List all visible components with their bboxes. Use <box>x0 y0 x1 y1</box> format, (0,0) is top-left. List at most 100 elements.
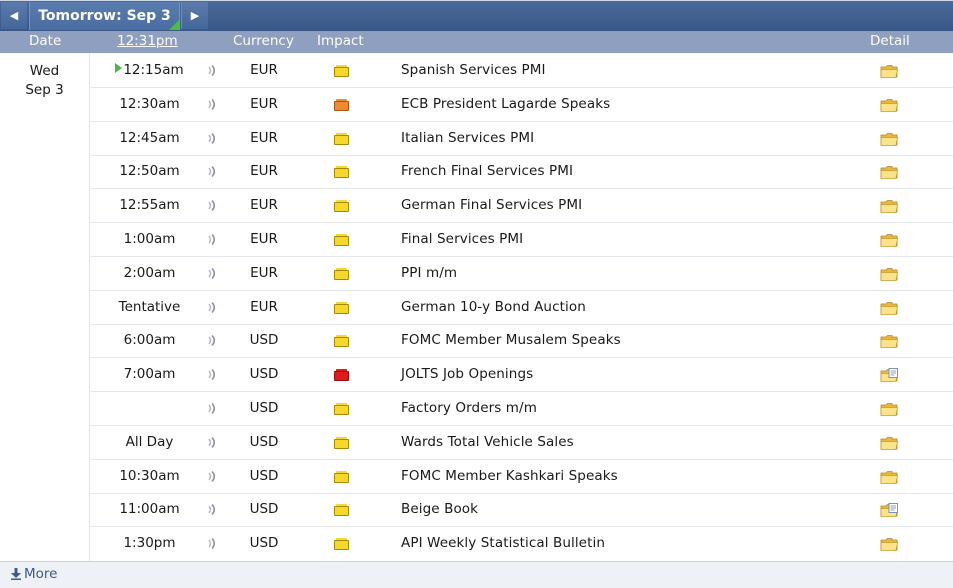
sound-icon[interactable] <box>207 267 219 280</box>
impact-low-icon[interactable] <box>334 538 349 551</box>
event-row[interactable]: Tentative EUR German 10-y Bond Auction <box>91 291 953 325</box>
event-row[interactable]: 6:00am USD FOMC Member Musalem Speaks <box>91 324 953 359</box>
event-row[interactable]: 2:00am EUR PPI m/m <box>91 257 953 291</box>
event-currency: EUR <box>250 298 278 315</box>
impact-low-icon[interactable] <box>334 65 349 77</box>
current-time-link[interactable]: 12:31pm <box>117 33 178 49</box>
impact-low-icon[interactable] <box>334 166 349 179</box>
sound-icon[interactable] <box>207 132 219 145</box>
impact-high-icon[interactable] <box>334 369 349 382</box>
event-title[interactable]: ECB President Lagarde Speaks <box>401 88 610 121</box>
impact-low-icon[interactable] <box>334 234 349 246</box>
impact-folder-body <box>334 134 349 145</box>
event-time-label: Tentative <box>118 298 181 315</box>
impact-low-icon[interactable] <box>334 504 349 517</box>
folder-icon[interactable] <box>880 334 899 349</box>
event-row[interactable]: All Day USD Wards Total Vehicle Sales <box>91 426 953 460</box>
sound-icon[interactable] <box>207 64 219 77</box>
impact-medium-icon[interactable] <box>334 98 349 111</box>
event-time: 12:55am <box>91 189 208 222</box>
tab-tomorrow[interactable]: Tomorrow: Sep 3 <box>29 2 180 30</box>
event-title[interactable]: FOMC Member Musalem Speaks <box>401 324 621 357</box>
impact-low-icon[interactable] <box>334 301 349 314</box>
impact-low-icon[interactable] <box>334 436 349 449</box>
folder-icon[interactable] <box>880 233 899 248</box>
sound-icon[interactable] <box>207 537 219 550</box>
previous-day-button[interactable]: ◀ <box>1 2 27 29</box>
sound-icon[interactable] <box>207 165 219 178</box>
event-row[interactable]: 11:00am USD Beige Book <box>91 493 953 528</box>
impact-folder-body <box>334 236 349 246</box>
event-title[interactable]: API Weekly Statistical Bulletin <box>401 527 605 560</box>
impact-low-icon[interactable] <box>334 132 349 145</box>
event-currency: USD <box>249 332 279 349</box>
event-currency: EUR <box>250 163 278 180</box>
event-currency: USD <box>249 433 279 450</box>
folder-icon[interactable] <box>880 98 899 113</box>
sound-icon[interactable] <box>207 334 219 347</box>
event-row[interactable]: 1:00am EUR Final Services PMI <box>91 223 953 257</box>
event-time: Tentative <box>91 291 208 324</box>
more-link[interactable]: More <box>11 566 57 582</box>
sound-icon[interactable] <box>207 368 219 381</box>
event-title[interactable]: German 10-y Bond Auction <box>401 291 586 324</box>
impact-low-icon[interactable] <box>334 403 349 415</box>
event-currency: USD <box>249 535 279 552</box>
event-title[interactable]: FOMC Member Kashkari Speaks <box>401 460 618 493</box>
folder-icon[interactable] <box>880 64 899 79</box>
event-title[interactable]: JOLTS Job Openings <box>401 358 533 391</box>
sound-icon[interactable] <box>207 470 219 483</box>
folder-document-icon[interactable] <box>880 368 899 383</box>
event-title[interactable]: Factory Orders m/m <box>401 392 537 425</box>
impact-low-icon[interactable] <box>334 200 349 213</box>
event-title[interactable]: Wards Total Vehicle Sales <box>401 426 574 459</box>
calendar-nav-bar: ◀ Tomorrow: Sep 3 ▶ <box>0 0 953 31</box>
event-row[interactable]: 10:30am USD FOMC Member Kashkari Speaks <box>91 460 953 494</box>
event-row[interactable]: 12:15am EUR Spanish Services PMI <box>91 54 953 88</box>
event-title[interactable]: Spanish Services PMI <box>401 54 546 87</box>
event-row[interactable]: USD Factory Orders m/m <box>91 392 953 426</box>
sound-icon[interactable] <box>207 233 219 246</box>
folder-icon[interactable] <box>880 436 899 451</box>
impact-folder-body <box>334 303 349 314</box>
folder-document-icon[interactable] <box>880 503 899 518</box>
event-title[interactable]: Italian Services PMI <box>401 122 534 155</box>
impact-low-icon[interactable] <box>334 470 349 483</box>
sound-icon[interactable] <box>207 503 219 516</box>
column-header-currency: Currency <box>233 33 294 49</box>
sound-icon[interactable] <box>207 436 219 449</box>
impact-folder-body <box>334 269 349 280</box>
event-title[interactable]: German Final Services PMI <box>401 189 582 222</box>
event-title[interactable]: PPI m/m <box>401 257 457 290</box>
event-row[interactable]: 12:55am EUR German Final Services PMI <box>91 189 953 224</box>
folder-icon[interactable] <box>880 402 899 417</box>
folder-icon[interactable] <box>880 537 899 552</box>
event-currency: EUR <box>250 197 278 214</box>
event-title[interactable]: French Final Services PMI <box>401 155 573 188</box>
next-day-button[interactable]: ▶ <box>181 2 208 29</box>
impact-low-icon[interactable] <box>334 335 349 348</box>
event-row[interactable]: 12:30am EUR ECB President Lagarde Speaks <box>91 88 953 122</box>
next-event-marker-icon <box>115 63 123 73</box>
folder-icon[interactable] <box>880 132 899 147</box>
sound-icon[interactable] <box>207 98 219 111</box>
event-time-label: 7:00am <box>123 366 176 383</box>
event-row[interactable]: 12:50am EUR French Final Services PMI <box>91 155 953 190</box>
folder-icon[interactable] <box>880 199 899 214</box>
sound-icon[interactable] <box>207 301 219 314</box>
weekday-label: Wed <box>29 63 60 79</box>
event-row[interactable]: 1:30pm USD API Weekly Statistical Bulletin <box>91 527 953 561</box>
event-title[interactable]: Final Services PMI <box>401 223 523 256</box>
download-arrow-icon <box>11 568 21 580</box>
event-row[interactable]: 12:45am EUR Italian Services PMI <box>91 122 953 156</box>
sound-icon[interactable] <box>207 199 219 212</box>
event-time: 2:00am <box>91 257 208 290</box>
folder-icon[interactable] <box>880 470 899 485</box>
event-title[interactable]: Beige Book <box>401 493 478 526</box>
sound-icon[interactable] <box>207 402 219 415</box>
event-row[interactable]: 7:00am USD JOLTS Job Openings <box>91 358 953 393</box>
folder-icon[interactable] <box>880 301 899 316</box>
folder-icon[interactable] <box>880 165 899 180</box>
folder-icon[interactable] <box>880 267 899 282</box>
impact-low-icon[interactable] <box>334 267 349 280</box>
